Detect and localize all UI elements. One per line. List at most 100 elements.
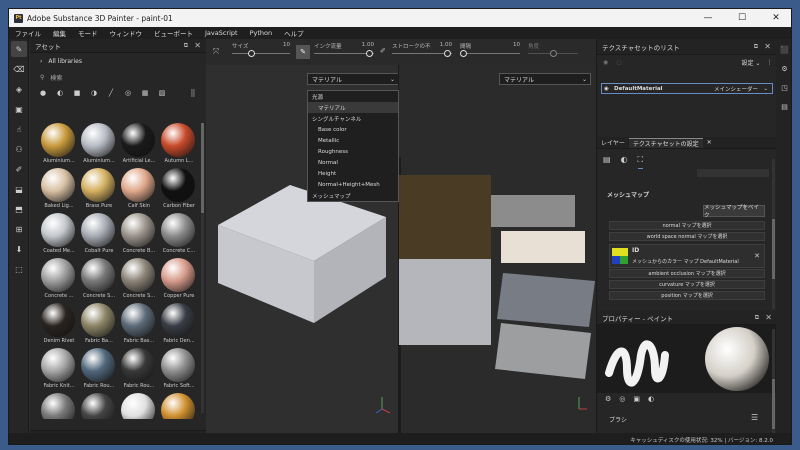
dropdown-item[interactable]: メッシュマップ bbox=[308, 190, 398, 201]
menu-window[interactable]: ウィンドウ bbox=[104, 28, 149, 38]
shelf-icon[interactable]: ⬚ bbox=[11, 261, 27, 277]
filter-materials-icon[interactable]: ● bbox=[38, 88, 48, 98]
material-tile[interactable]: Artificial Le... bbox=[119, 123, 157, 164]
brush-menu-icon[interactable]: ☰ bbox=[751, 413, 758, 422]
filter-brushes-icon[interactable]: ╱ bbox=[106, 88, 116, 98]
material-tile[interactable]: Concrete S... bbox=[119, 258, 157, 299]
history-icon[interactable]: ▤ bbox=[778, 100, 791, 113]
properties-scrollbar[interactable] bbox=[772, 329, 775, 439]
dropdown-item[interactable]: マテリアル bbox=[308, 102, 398, 113]
menu-help[interactable]: ヘルプ bbox=[278, 28, 310, 38]
menu-file[interactable]: ファイル bbox=[9, 28, 47, 38]
material-tile[interactable]: Concrete B... bbox=[119, 213, 157, 254]
search-bar[interactable]: ⚲ 検索 bbox=[30, 69, 206, 85]
material-tab-icon[interactable]: ▣ bbox=[633, 395, 640, 405]
material-tile[interactable]: Concrete S... bbox=[79, 258, 117, 299]
crop-icon[interactable]: ⛶ bbox=[637, 155, 644, 169]
paint-brush-icon[interactable]: ✎ bbox=[11, 41, 27, 57]
material-tile[interactable]: Fabric Bas... bbox=[119, 303, 157, 344]
close-icon[interactable]: ✕ bbox=[765, 313, 772, 322]
material-tile[interactable]: Copper Pure bbox=[159, 258, 197, 299]
maximize-button[interactable]: ☐ bbox=[725, 9, 759, 27]
geometry-icon[interactable]: ⬒ bbox=[11, 201, 27, 217]
brush-icon[interactable]: ✎ bbox=[296, 45, 310, 59]
menu-viewport[interactable]: ビューポート bbox=[148, 28, 199, 38]
filter-environments-icon[interactable]: ▨ bbox=[157, 88, 167, 98]
viewport-3d-mode-select[interactable]: マテリアル ⌄ bbox=[307, 73, 399, 85]
material-tile[interactable]: Denim Rivet bbox=[39, 303, 77, 344]
dropdown-item[interactable]: 光源 bbox=[308, 91, 398, 102]
measure-icon[interactable]: ⊞ bbox=[11, 221, 27, 237]
menu-mode[interactable]: モード bbox=[72, 28, 104, 38]
menu-javascript[interactable]: JavaScript bbox=[199, 29, 244, 37]
close-button[interactable]: ✕ bbox=[759, 9, 791, 27]
eraser-icon[interactable]: ⌫ bbox=[11, 61, 27, 77]
material-tile[interactable]: Carbon Fiber bbox=[159, 168, 197, 209]
material-tile[interactable]: Concrete ... bbox=[39, 258, 77, 299]
filter-masks-icon[interactable]: ◑ bbox=[89, 88, 99, 98]
material-tile[interactable]: Baked Lig... bbox=[39, 168, 77, 209]
material-tile[interactable]: Concrete C... bbox=[159, 213, 197, 254]
projection-icon[interactable]: ◈ bbox=[11, 81, 27, 97]
tab-texture-set-settings[interactable]: テクスチャセットの設定 bbox=[628, 137, 703, 148]
material-tile[interactable] bbox=[39, 393, 77, 419]
size-slider[interactable]: サイズ 10 bbox=[232, 39, 290, 65]
material-tile[interactable]: Coated Me... bbox=[39, 213, 77, 254]
menu-edit[interactable]: 編集 bbox=[47, 28, 72, 38]
more-icon[interactable]: ⋮ bbox=[766, 59, 772, 66]
viewport-2d-mode-select[interactable]: マテリアル ⌄ bbox=[499, 73, 591, 85]
grid-view-icon[interactable]: ⣿ bbox=[188, 88, 198, 98]
camera-icon[interactable]: ⬛ bbox=[778, 43, 791, 56]
symmetry-icon[interactable]: ⤧ bbox=[206, 39, 226, 65]
filter-particles-icon[interactable]: ◎ bbox=[123, 88, 133, 98]
dropdown-item[interactable]: Metallic bbox=[308, 135, 398, 146]
dropdown-item[interactable]: Normal+Height+Mesh bbox=[308, 179, 398, 190]
material-tile[interactable]: Fabric Rou... bbox=[119, 348, 157, 389]
particle-tab-icon[interactable]: ◐ bbox=[648, 395, 654, 405]
stroke-slider[interactable]: ストロークの不 1.00 bbox=[392, 39, 452, 65]
material-tile[interactable]: Fabric Den... bbox=[159, 303, 197, 344]
material-icon[interactable]: ◐ bbox=[621, 155, 628, 169]
ao-map-slot[interactable]: ambient occlusion マップを選択 bbox=[609, 269, 765, 278]
material-tile[interactable]: Fabric Knit... bbox=[39, 348, 77, 389]
tab-layers[interactable]: レイヤー bbox=[597, 138, 629, 147]
filter-patterns-icon[interactable]: ▦ bbox=[140, 88, 150, 98]
material-tile[interactable]: Fabric Soft... bbox=[159, 348, 197, 389]
close-icon[interactable]: ✕ bbox=[764, 42, 771, 51]
viewport-2d[interactable] bbox=[399, 65, 596, 433]
clear-icon[interactable]: ✕ bbox=[754, 252, 760, 260]
float-icon[interactable]: ⧉ bbox=[755, 314, 759, 322]
visibility-icon[interactable]: ◉ bbox=[603, 59, 608, 66]
color-picker-icon[interactable]: ✐ bbox=[11, 161, 27, 177]
stencil-tab-icon[interactable]: ◎ bbox=[619, 395, 625, 405]
search-input[interactable]: 検索 bbox=[50, 73, 62, 82]
float-icon[interactable]: ⧉ bbox=[754, 43, 758, 51]
world-normal-map-slot[interactable]: world space normal マップを選択 bbox=[609, 232, 765, 241]
display-settings-icon[interactable]: ⚙ bbox=[778, 62, 791, 75]
material-tile[interactable]: Aluminium... bbox=[39, 123, 77, 164]
angle-slider[interactable]: 角度 bbox=[528, 39, 578, 65]
id-map-slot[interactable]: ID メッシュからのカラー マップ DefaultMaterial ✕ bbox=[609, 244, 765, 268]
material-tile[interactable]: Autumn L... bbox=[159, 123, 197, 164]
eye-icon[interactable]: ◉ bbox=[604, 86, 609, 92]
settings-select[interactable]: 設定 ⌄ bbox=[742, 58, 761, 67]
filter-smart-materials-icon[interactable]: ◐ bbox=[55, 88, 65, 98]
material-tile[interactable]: Fabric Rou... bbox=[79, 348, 117, 389]
material-tile[interactable]: Fabric Ba... bbox=[79, 303, 117, 344]
assets-scrollbar[interactable] bbox=[201, 123, 204, 413]
close-icon[interactable]: ✕ bbox=[194, 41, 201, 50]
settings-scrollbar[interactable] bbox=[772, 159, 775, 309]
stroke-icon[interactable]: ✐ bbox=[380, 47, 390, 55]
material-tile[interactable] bbox=[159, 393, 197, 419]
material-tile[interactable]: Calf Skin bbox=[119, 168, 157, 209]
spacing-slider[interactable]: 間隔 10 bbox=[460, 39, 520, 65]
curvature-map-slot[interactable]: curvature マップを選択 bbox=[609, 280, 765, 289]
close-icon[interactable]: ✕ bbox=[703, 139, 716, 146]
material-tile[interactable]: Brass Pure bbox=[79, 168, 117, 209]
material-tile[interactable] bbox=[119, 393, 157, 419]
filter-textures-icon[interactable]: ■ bbox=[72, 88, 82, 98]
material-tile[interactable] bbox=[79, 393, 117, 419]
smudge-icon[interactable]: ☝ bbox=[11, 121, 27, 137]
bake-icon[interactable]: ⬓ bbox=[11, 181, 27, 197]
menu-python[interactable]: Python bbox=[244, 29, 279, 37]
